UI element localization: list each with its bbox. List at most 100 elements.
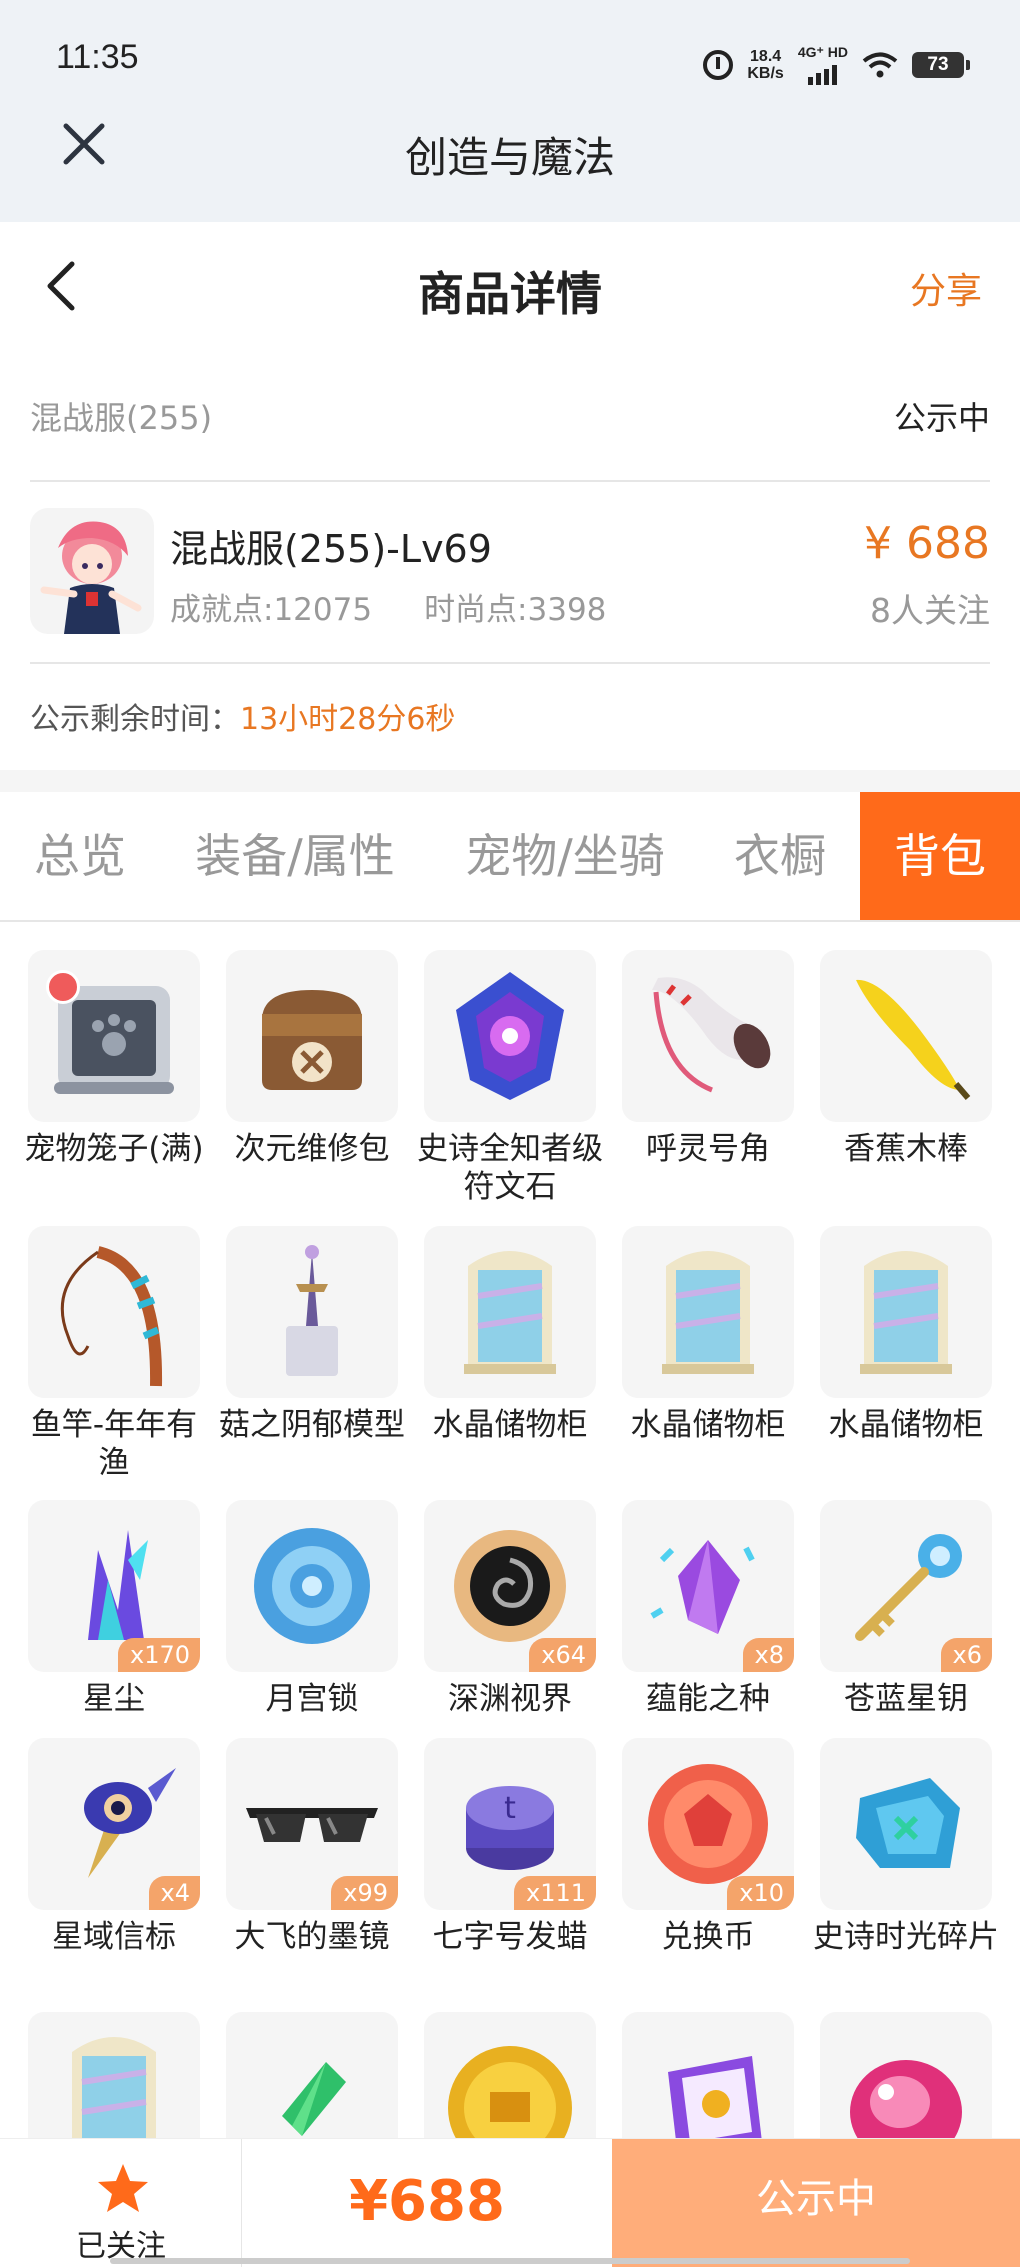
tab-backpack[interactable]: 背包	[860, 792, 1020, 920]
list-item[interactable]: x10 兑换币	[622, 1738, 794, 1956]
pink-gem-icon	[820, 2012, 992, 2138]
horn-icon	[622, 950, 794, 1122]
tab-pets[interactable]: 宠物/坐骑	[440, 792, 690, 920]
character-avatar	[30, 508, 154, 634]
item-count: x4	[148, 1876, 200, 1910]
list-item[interactable]: t x111 七字号发蜡	[424, 1738, 596, 1956]
azure-key-icon: x6	[820, 1500, 992, 1672]
bottom-price: ¥688	[349, 2169, 505, 2234]
time-fragment-icon	[820, 1738, 992, 1910]
item-name: 呼灵号角	[646, 1131, 770, 1167]
home-indicator	[110, 2258, 910, 2264]
countdown-value: 13小时28分6秒	[240, 702, 456, 737]
item-name: 星尘	[83, 1681, 145, 1717]
item-count: x111	[513, 1876, 596, 1910]
item-name: 香蕉木棒	[844, 1131, 968, 1167]
listing-status: 公示中	[893, 399, 990, 437]
follow-button[interactable]: 已关注	[0, 2139, 242, 2267]
energy-seed-icon: x8	[622, 1500, 794, 1672]
list-item[interactable]: 次元维修包	[226, 950, 398, 1168]
star-icon	[98, 2164, 148, 2212]
item-name: 苍蓝星钥	[844, 1681, 968, 1717]
list-item[interactable]: x8 蕴能之种	[622, 1500, 794, 1718]
list-item[interactable]	[424, 2012, 596, 2138]
list-item[interactable]: x6 苍蓝星钥	[820, 1500, 992, 1718]
item-name: 星域信标	[52, 1919, 176, 1955]
network-speed: 18.4 KB/s	[747, 48, 783, 82]
gold-coin-icon	[424, 2012, 596, 2138]
svg-text:t: t	[504, 1791, 516, 1826]
backpack-grid: 宠物笼子(满) 次元维修包 史诗全知者级符文石 呼灵号角 香蕉木棒 鱼竿-年年有…	[0, 948, 1020, 2138]
list-item[interactable]: 水晶储物柜	[820, 1226, 992, 1444]
sunglasses-icon: x99	[226, 1738, 398, 1910]
list-item[interactable]: 水晶储物柜	[424, 1226, 596, 1444]
list-item[interactable]: 史诗时光碎片	[813, 1738, 999, 1956]
listing-summary: 混战服(255)-Lv69 成就点:12075 时尚点:3398 ¥ 688 8人…	[30, 508, 990, 638]
server-row: 混战服(255) 公示中	[30, 385, 990, 445]
listing-stats: 成就点:12075 时尚点:3398	[170, 584, 658, 629]
item-count: x10	[727, 1876, 794, 1910]
crystal-cabinet-icon	[424, 1226, 596, 1398]
model-icon	[226, 1226, 398, 1398]
list-item[interactable]	[622, 2012, 794, 2138]
crystal-cabinet-icon	[28, 2012, 200, 2138]
tab-equipment[interactable]: 装备/属性	[180, 792, 410, 920]
item-count: x64	[529, 1638, 596, 1672]
item-name: 蕴能之种	[646, 1681, 770, 1717]
abyss-vision-icon: x64	[424, 1500, 596, 1672]
list-item[interactable]	[820, 2012, 992, 2138]
share-button[interactable]: 分享	[910, 262, 982, 314]
list-item[interactable]: x99 大飞的墨镜	[226, 1738, 398, 1956]
crystal-cabinet-icon	[622, 1226, 794, 1398]
divider	[30, 662, 990, 664]
item-name: 宠物笼子(满)	[24, 1131, 204, 1167]
item-name: 水晶储物柜	[828, 1407, 984, 1443]
status-button[interactable]: 公示中	[612, 2139, 1020, 2267]
countdown-label: 公示剩余时间：	[30, 702, 240, 737]
exchange-coin-icon: x10	[622, 1738, 794, 1910]
list-item[interactable]: 呼灵号角	[622, 950, 794, 1168]
item-name: 兑换币	[661, 1919, 755, 1955]
list-item[interactable]: x4 星域信标	[28, 1738, 200, 1956]
list-item[interactable]: 宠物笼子(满)	[24, 950, 204, 1168]
list-item[interactable]: 香蕉木棒	[820, 950, 992, 1168]
item-name: 大飞的墨镜	[234, 1919, 390, 1955]
item-count: x8	[742, 1638, 794, 1672]
list-item[interactable]: 菇之阴郁模型	[219, 1226, 405, 1444]
list-item[interactable]: 水晶储物柜	[622, 1226, 794, 1444]
list-item[interactable]	[28, 2012, 200, 2138]
pet-cage-icon	[28, 950, 200, 1122]
signal-icon	[808, 61, 838, 85]
star-beacon-icon: x4	[28, 1738, 200, 1910]
page-title: 商品详情	[418, 267, 602, 321]
item-name: 菇之阴郁模型	[219, 1407, 405, 1443]
list-item[interactable]	[226, 2012, 398, 2138]
tab-overview[interactable]: 总览	[0, 792, 160, 920]
battery-indicator: 73	[912, 51, 970, 78]
stardust-icon: x170	[28, 1500, 200, 1672]
tab-bar: 总览 装备/属性 宠物/坐骑 衣橱 背包	[0, 792, 1020, 922]
item-count: x170	[117, 1638, 200, 1672]
list-item[interactable]: 鱼竿-年年有渔	[28, 1226, 200, 1482]
list-item[interactable]: x170 星尘	[28, 1500, 200, 1718]
alarm-icon	[703, 49, 734, 80]
network-speed-unit: KB/s	[747, 64, 784, 82]
green-crystal-icon	[226, 2012, 398, 2138]
item-name: 史诗时光碎片	[813, 1919, 999, 1955]
network-type: 4G⁺ HD	[797, 44, 848, 60]
tab-wardrobe[interactable]: 衣橱	[710, 792, 850, 920]
moon-lock-icon	[226, 1500, 398, 1672]
item-count: x99	[331, 1876, 398, 1910]
item-name: 月宫锁	[265, 1681, 359, 1717]
list-item[interactable]: 史诗全知者级符文石	[417, 950, 603, 1206]
list-item[interactable]: x64 深渊视界	[424, 1500, 596, 1718]
status-time: 11:35	[56, 38, 139, 76]
wifi-icon	[862, 52, 898, 78]
server-name: 混战服(255)	[30, 399, 213, 437]
fishing-rod-icon	[28, 1226, 200, 1398]
list-item[interactable]: 月宫锁	[226, 1500, 398, 1718]
item-name: 次元维修包	[234, 1131, 390, 1167]
section-gap	[0, 770, 1020, 792]
item-name: 水晶储物柜	[630, 1407, 786, 1443]
bottom-action-bar: 已关注 ¥688 公示中	[0, 2138, 1020, 2267]
